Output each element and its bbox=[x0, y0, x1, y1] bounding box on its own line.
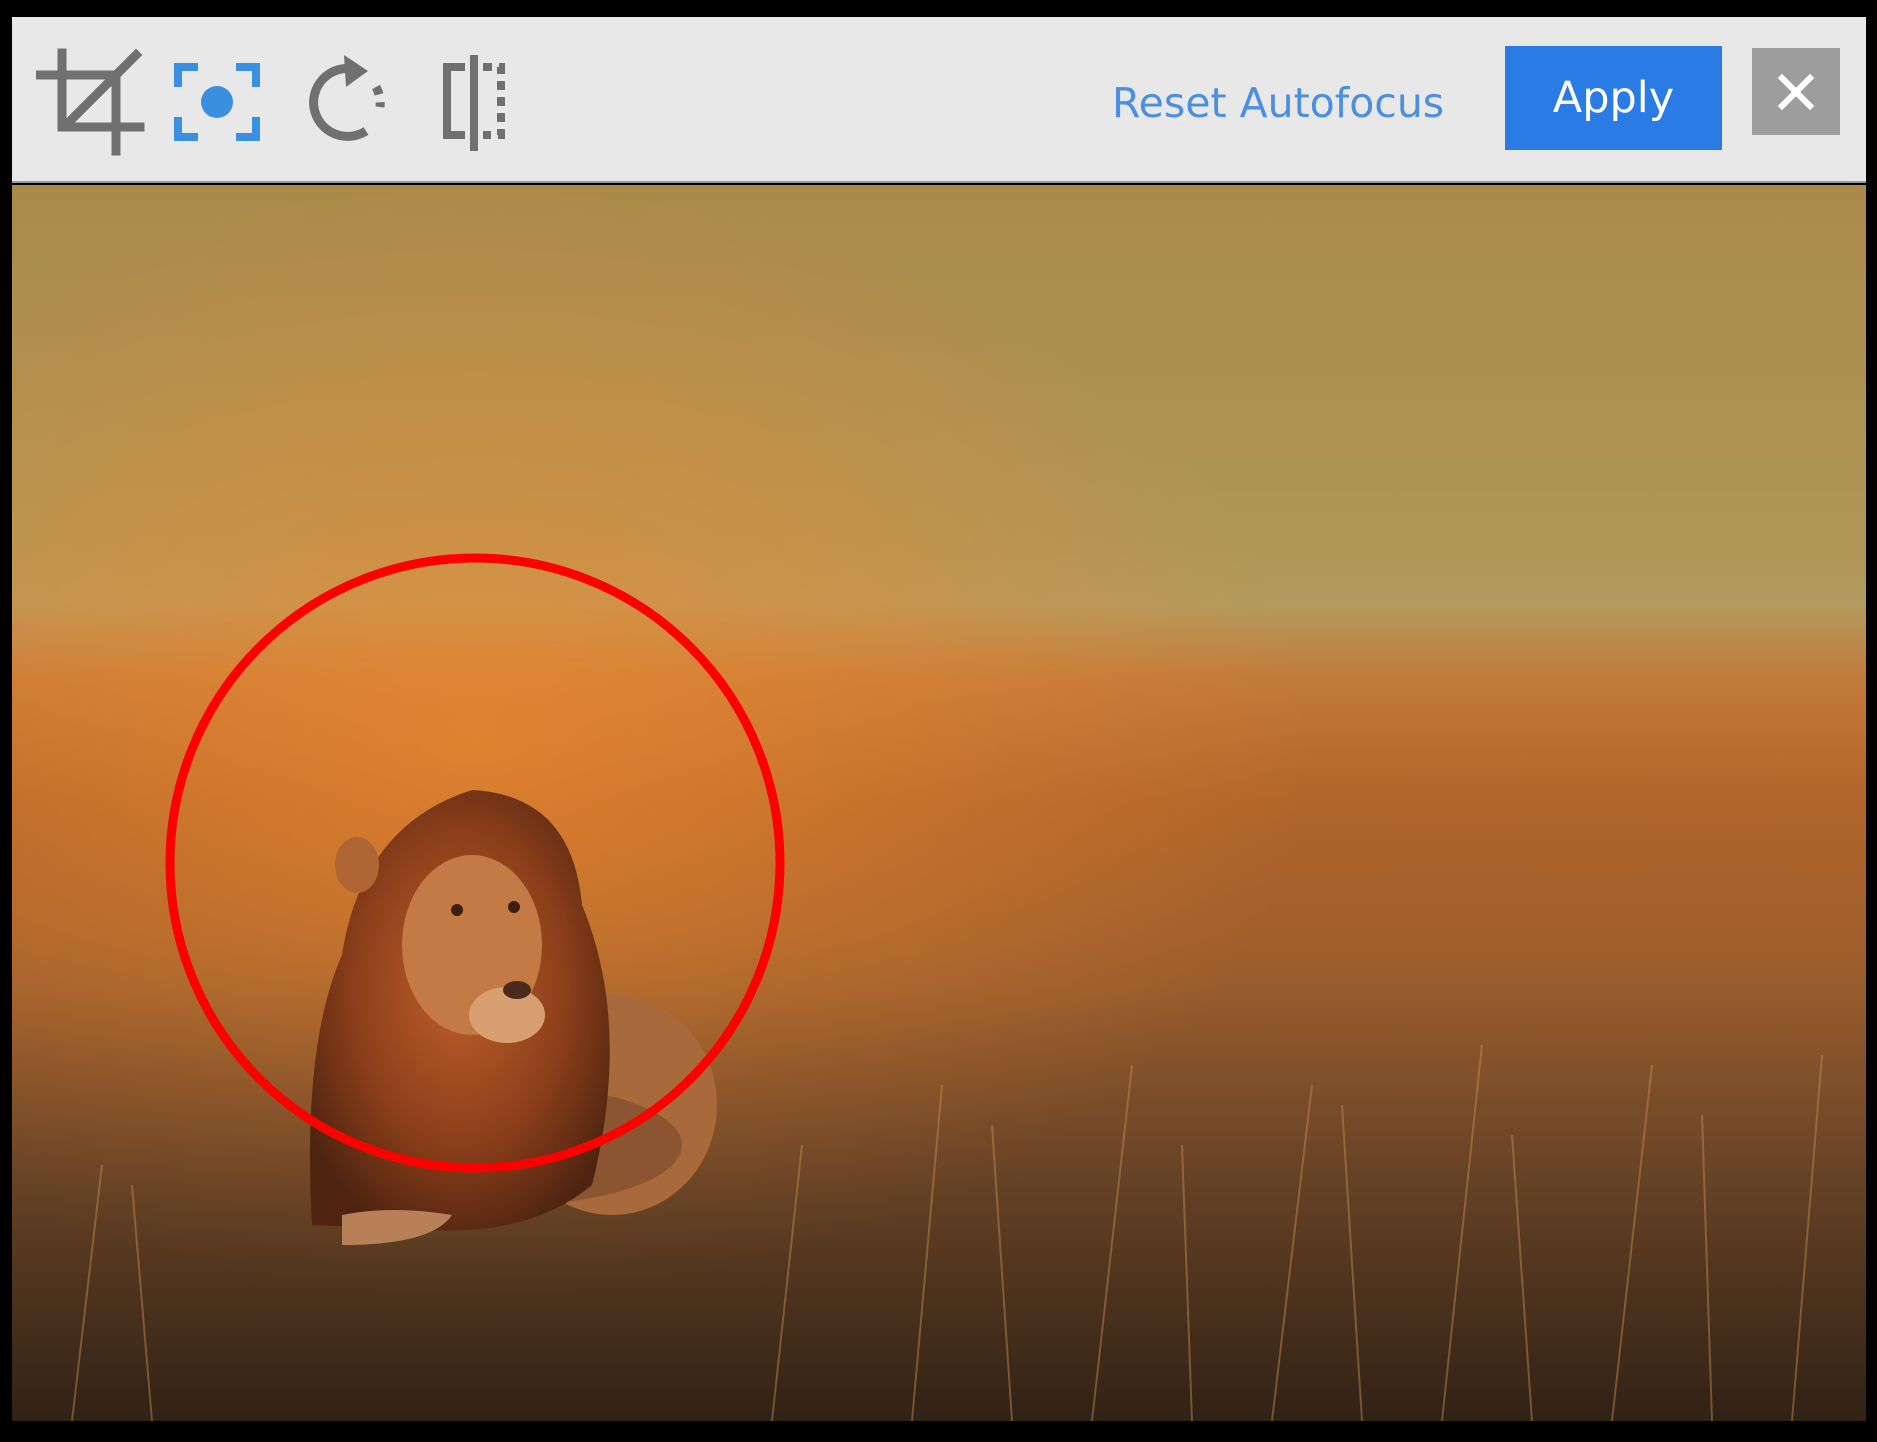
autofocus-icon bbox=[174, 63, 260, 141]
editor-toolbar: Reset Autofocus Apply bbox=[12, 17, 1866, 183]
crop-tool-button[interactable] bbox=[36, 47, 146, 157]
apply-button[interactable]: Apply bbox=[1505, 46, 1722, 150]
reset-autofocus-link[interactable]: Reset Autofocus bbox=[1112, 75, 1444, 131]
photo bbox=[12, 185, 1866, 1421]
flip-tool-button[interactable] bbox=[419, 47, 529, 157]
image-editor: Reset Autofocus Apply bbox=[12, 17, 1866, 1425]
grass-foreground bbox=[12, 935, 1866, 1421]
flip-icon bbox=[443, 55, 505, 151]
image-canvas[interactable] bbox=[12, 185, 1866, 1421]
rotate-tool-button[interactable] bbox=[292, 47, 402, 157]
rotate-icon bbox=[309, 55, 385, 141]
close-icon bbox=[1777, 73, 1815, 110]
close-button[interactable] bbox=[1752, 48, 1840, 135]
autofocus-tool-button[interactable] bbox=[162, 47, 272, 157]
apply-button-label: Apply bbox=[1552, 73, 1675, 123]
crop-icon bbox=[36, 48, 145, 156]
